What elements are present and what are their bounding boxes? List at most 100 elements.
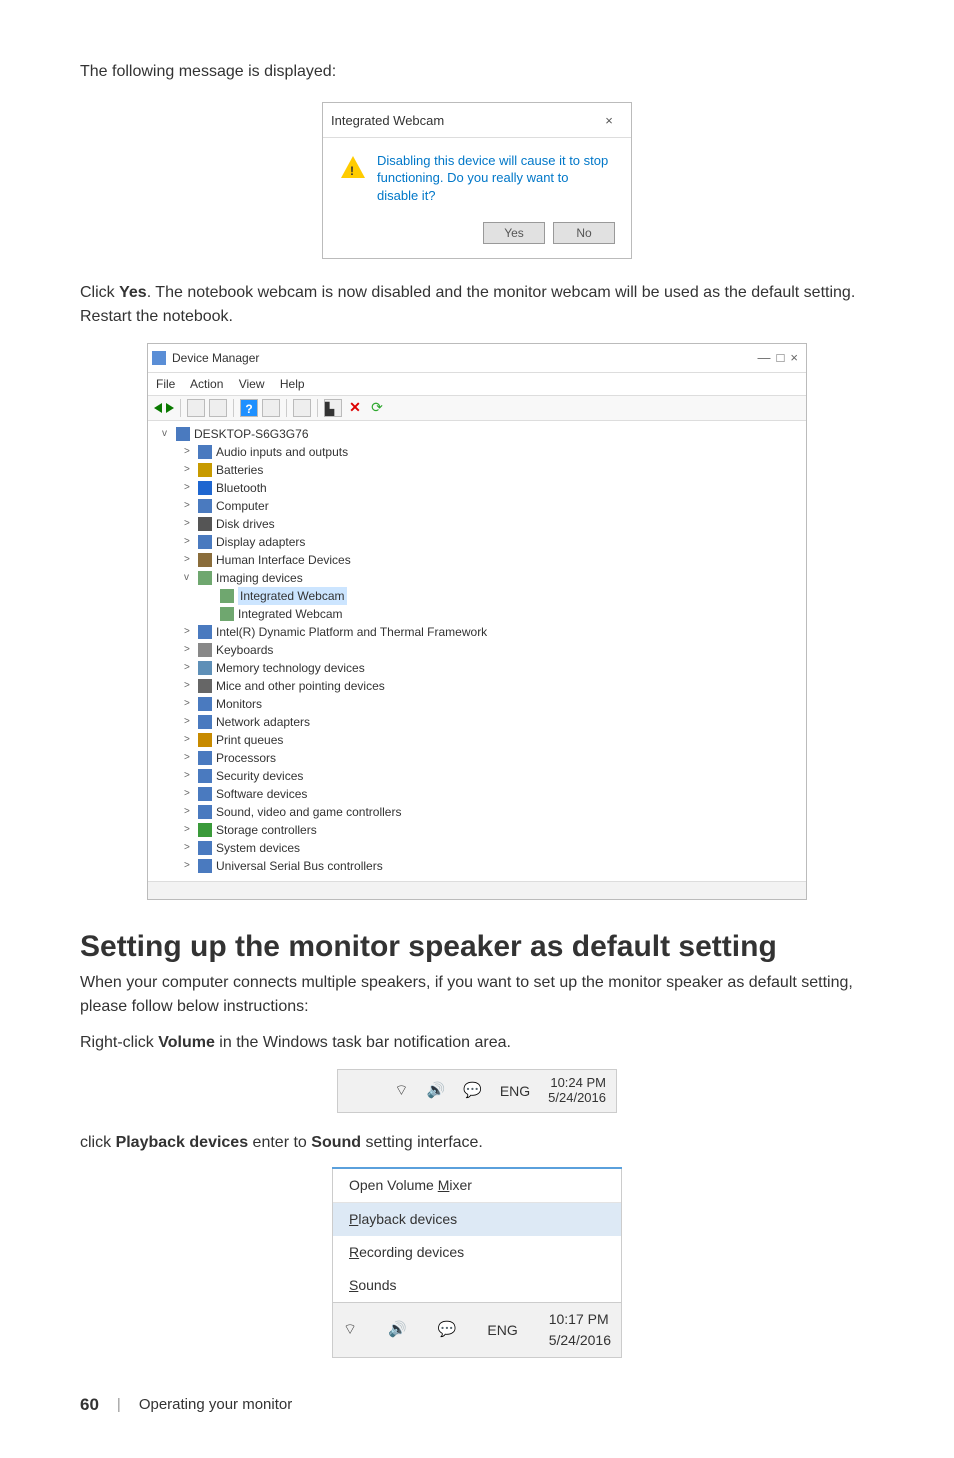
tree-item[interactable]: >Processors — [154, 749, 800, 767]
device-category-icon — [198, 787, 212, 801]
chevron-icon: > — [184, 696, 194, 711]
tree-item[interactable]: > Software devices — [154, 785, 800, 803]
tree-item-label: Disk drives — [216, 515, 275, 533]
intro-text-2-bold: Yes — [119, 284, 147, 301]
tree-item[interactable]: >Bluetooth — [154, 479, 800, 497]
volume-context-menu-wrap: Open Volume Mixer Playback devices Recor… — [332, 1167, 622, 1358]
tree-child-item[interactable]: Integrated Webcam — [154, 587, 800, 605]
device-category-icon — [198, 499, 212, 513]
device-tree: v DESKTOP-S6G3G76 >Audio inputs and outp… — [148, 421, 806, 881]
tree-item-label: Memory technology devices — [216, 659, 365, 677]
window-close-button[interactable]: × — [790, 348, 798, 368]
yes-button[interactable]: Yes — [483, 222, 545, 244]
tree-item-label: Software devices — [216, 785, 307, 803]
device-category-icon — [198, 643, 212, 657]
toolbar-button-4-icon[interactable] — [293, 399, 311, 417]
toolbar-button-2-icon[interactable] — [209, 399, 227, 417]
device-category-icon — [198, 463, 212, 477]
device-category-icon — [198, 625, 212, 639]
taskbar-clock[interactable]: 10:24 PM 5/24/2016 — [548, 1076, 606, 1106]
page-footer: 60 | Operating your monitor — [80, 1392, 874, 1418]
window-minimize-button[interactable]: — — [758, 348, 771, 368]
menu-item-playback-devices[interactable]: Playback devices — [333, 1203, 621, 1236]
device-manager-toolbar: ? ▙ ✕ ⟳ — [148, 396, 806, 421]
tree-item[interactable]: >Mice and other pointing devices — [154, 677, 800, 695]
tree-item[interactable]: > Memory technology devices — [154, 659, 800, 677]
no-button[interactable]: No — [553, 222, 615, 244]
toolbar-forward-icon[interactable] — [166, 403, 174, 413]
toolbar-back-icon[interactable] — [154, 403, 162, 413]
toolbar-help-icon[interactable]: ? — [240, 399, 258, 417]
tree-item[interactable]: >Intel(R) Dynamic Platform and Thermal F… — [154, 623, 800, 641]
warning-icon — [341, 156, 365, 178]
tree-item[interactable]: > Batteries — [154, 461, 800, 479]
toolbar-button-3-icon[interactable] — [262, 399, 280, 417]
tree-item-label: Batteries — [216, 461, 263, 479]
wifi-icon[interactable]: ⌔ — [343, 1319, 357, 1342]
chevron-icon: > — [184, 462, 194, 477]
tree-item[interactable]: >Human Interface Devices — [154, 551, 800, 569]
tree-item[interactable]: >Sound, video and game controllers — [154, 803, 800, 821]
tree-item[interactable]: >Keyboards — [154, 641, 800, 659]
chevron-icon: > — [184, 444, 194, 459]
menu-item-recording-devices[interactable]: Recording devices — [333, 1236, 621, 1269]
tree-item[interactable]: >Monitors — [154, 695, 800, 713]
menu-action[interactable]: Action — [190, 377, 223, 391]
volume-icon[interactable]: 🔊 — [388, 1319, 407, 1342]
tree-item-label: Universal Serial Bus controllers — [216, 857, 383, 875]
taskbar-clock[interactable]: 10:17 PM 5/24/2016 — [549, 1309, 611, 1351]
tree-item[interactable]: >Storage controllers — [154, 821, 800, 839]
device-category-icon — [198, 769, 212, 783]
tree-item[interactable]: >Display adapters — [154, 533, 800, 551]
chevron-icon: > — [184, 768, 194, 783]
device-category-icon — [198, 571, 212, 585]
tree-item[interactable]: >Print queues — [154, 731, 800, 749]
wifi-icon[interactable]: ⌔ — [394, 1080, 408, 1103]
tree-item[interactable]: vImaging devices — [154, 569, 800, 587]
chevron-icon: > — [184, 786, 194, 801]
chevron-icon: > — [184, 498, 194, 513]
chevron-icon: > — [184, 822, 194, 837]
tree-item-label: Display adapters — [216, 533, 305, 551]
device-manager-window: Device Manager — □ × File Action View He… — [147, 343, 807, 900]
paragraph-2: Right-click Volume in the Windows task b… — [80, 1031, 874, 1055]
menu-help[interactable]: Help — [280, 377, 305, 391]
tree-item[interactable]: >System devices — [154, 839, 800, 857]
notification-icon[interactable]: 💬 — [463, 1080, 482, 1103]
tree-root[interactable]: v DESKTOP-S6G3G76 — [154, 425, 800, 443]
tree-item-label: Processors — [216, 749, 276, 767]
tree-item[interactable]: >Universal Serial Bus controllers — [154, 857, 800, 875]
tree-item[interactable]: >Security devices — [154, 767, 800, 785]
menu-item-sounds[interactable]: Sounds — [333, 1269, 621, 1302]
tree-item-label: Print queues — [216, 731, 283, 749]
toolbar-refresh-icon[interactable]: ⟳ — [368, 399, 386, 417]
device-category-icon — [198, 661, 212, 675]
toolbar-button-5-icon[interactable]: ▙ — [324, 399, 342, 417]
notification-icon[interactable]: 💬 — [438, 1319, 457, 1342]
device-category-icon — [198, 805, 212, 819]
dialog-close-button[interactable]: × — [595, 111, 623, 131]
language-indicator[interactable]: ENG — [487, 1320, 517, 1341]
chevron-icon: > — [184, 660, 194, 675]
paragraph-3: click Playback devices enter to Sound se… — [80, 1131, 874, 1155]
tree-item-label: Intel(R) Dynamic Platform and Thermal Fr… — [216, 623, 487, 641]
footer-separator: | — [117, 1394, 121, 1417]
intro-text-2a: Click — [80, 284, 119, 301]
tree-item-label: Human Interface Devices — [216, 551, 351, 569]
language-indicator[interactable]: ENG — [500, 1081, 530, 1102]
tree-child-item[interactable]: Integrated Webcam — [154, 605, 800, 623]
device-manager-app-icon — [152, 351, 166, 365]
tree-item[interactable]: >Audio inputs and outputs — [154, 443, 800, 461]
volume-icon[interactable]: 🔊 — [426, 1080, 445, 1103]
menu-file[interactable]: File — [156, 377, 175, 391]
menu-item-open-volume-mixer[interactable]: Open Volume Mixer — [333, 1169, 621, 1202]
tree-item[interactable]: >Disk drives — [154, 515, 800, 533]
device-category-icon — [198, 553, 212, 567]
tree-item[interactable]: >Computer — [154, 497, 800, 515]
window-maximize-button[interactable]: □ — [777, 348, 785, 368]
tree-item[interactable]: >Network adapters — [154, 713, 800, 731]
menu-view[interactable]: View — [239, 377, 265, 391]
toolbar-button-1-icon[interactable] — [187, 399, 205, 417]
device-category-icon — [198, 841, 212, 855]
toolbar-disable-icon[interactable]: ✕ — [346, 399, 364, 417]
